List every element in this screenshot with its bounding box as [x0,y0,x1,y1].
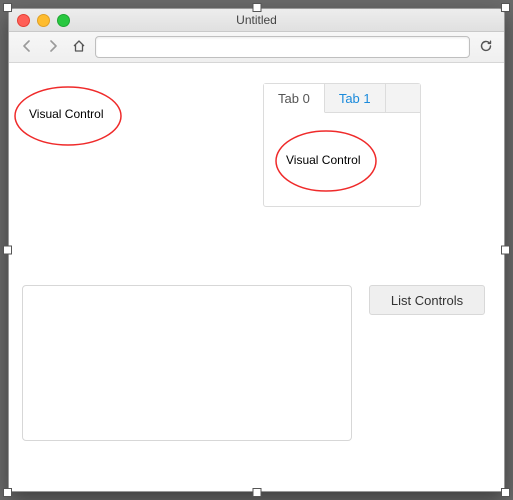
content-area: Visual Control Tab 0 Tab 1 Visual Con [9,63,504,492]
resize-handle-top[interactable] [252,3,261,12]
chevron-right-icon [47,40,59,55]
tab-0[interactable]: Tab 0 [264,84,325,113]
window-title: Untitled [9,13,504,27]
resize-handle-bottom[interactable] [252,488,261,497]
list-controls-button[interactable]: List Controls [369,285,485,315]
app-window: Untitled [8,8,505,492]
tab-1-label: Tab 1 [339,91,371,106]
tab-panel: Tab 0 Tab 1 Visual Control [263,83,421,207]
resize-handle-top-right[interactable] [501,3,510,12]
home-button[interactable] [69,37,89,57]
resize-handle-bottom-right[interactable] [501,488,510,497]
tab-body: Visual Control [264,113,420,207]
resize-handle-bottom-left[interactable] [3,488,12,497]
home-icon [72,39,86,56]
resize-handle-right[interactable] [501,246,510,255]
visual-control-2-label: Visual Control [286,153,360,167]
browser-toolbar [9,32,504,63]
back-button[interactable] [17,37,37,57]
resize-handle-left[interactable] [3,246,12,255]
reload-button[interactable] [476,37,496,57]
window-close-button[interactable] [17,14,30,27]
visual-control-1[interactable]: Visual Control [29,107,103,121]
forward-button[interactable] [43,37,63,57]
tab-1[interactable]: Tab 1 [325,84,386,112]
titlebar: Untitled [9,9,504,32]
visual-control-1-label: Visual Control [29,107,103,121]
traffic-lights [17,14,70,27]
window-minimize-button[interactable] [37,14,50,27]
list-controls-label: List Controls [391,293,463,308]
list-box[interactable] [22,285,352,441]
window-zoom-button[interactable] [57,14,70,27]
chevron-left-icon [21,40,33,55]
resize-handle-top-left[interactable] [3,3,12,12]
tab-bar: Tab 0 Tab 1 [264,84,420,113]
tab-0-label: Tab 0 [278,91,310,106]
url-field[interactable] [95,36,470,58]
reload-icon [479,39,493,56]
visual-control-2[interactable]: Visual Control [286,153,360,167]
